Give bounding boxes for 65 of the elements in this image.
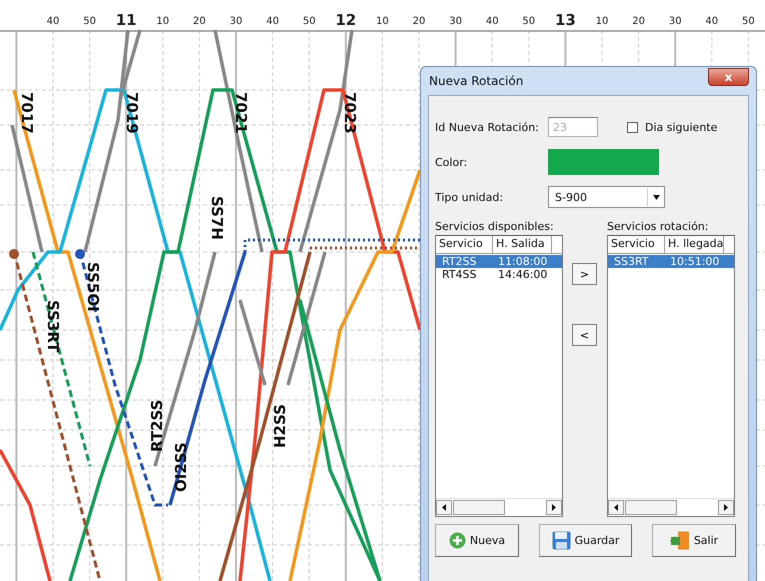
- left-triangle-icon: [614, 504, 618, 511]
- scroll-left-button[interactable]: [436, 500, 452, 515]
- caret-down-icon: [652, 194, 660, 200]
- column-header[interactable]: Servicio: [436, 236, 493, 253]
- plus-circle-icon: [448, 532, 466, 549]
- exit-door-icon: [670, 531, 690, 550]
- field-label: Tipo unidad:: [435, 190, 504, 204]
- axis-label: 40: [46, 16, 60, 27]
- train-label: 7019: [123, 92, 141, 134]
- train-label: 7021: [232, 92, 250, 134]
- axis-label: 50: [742, 16, 755, 27]
- remove-button[interactable]: <: [572, 324, 597, 346]
- axis-label: 50: [522, 16, 536, 27]
- field-label: Color:: [435, 156, 468, 168]
- axis-label: 11: [116, 11, 137, 29]
- column-header[interactable]: H. llegada: [665, 236, 724, 253]
- axis-label: 50: [83, 16, 96, 27]
- scroll-left-button[interactable]: [608, 500, 624, 515]
- field-label: Id Nueva Rotación:: [435, 120, 540, 134]
- list-title: Servicios rotación:: [607, 220, 710, 235]
- right-triangle-icon: [724, 504, 728, 511]
- list-title: Servicios disponibles:: [435, 220, 555, 235]
- column-header[interactable]: Servicio: [608, 236, 665, 253]
- axis-label: 10: [596, 16, 608, 27]
- train-label: SS7H: [208, 196, 226, 240]
- checkbox-label: Dia siguiente: [645, 120, 718, 134]
- checkbox[interactable]: [627, 122, 638, 132]
- color-swatch[interactable]: [548, 149, 659, 175]
- scroll-thumb[interactable]: [625, 500, 677, 515]
- axis-label: 40: [486, 16, 499, 27]
- train-label: OI2SS: [172, 442, 190, 492]
- unit-dropdown[interactable]: S-900: [548, 186, 665, 208]
- axis-label: 50: [302, 16, 316, 27]
- axis-label: 30: [230, 16, 242, 27]
- train-label: RT2SS: [148, 400, 166, 452]
- list-row[interactable]: SS3RT 10:51:00: [608, 255, 734, 268]
- train-label: H2SS: [271, 404, 289, 448]
- left-triangle-icon: [442, 504, 446, 511]
- scroll-thumb[interactable]: [453, 500, 505, 515]
- axis-label: 12: [335, 11, 356, 29]
- list-row[interactable]: RT2SS 11:08:00: [436, 255, 562, 268]
- right-triangle-icon: [552, 504, 556, 511]
- action-button[interactable]: Nueva: [435, 524, 519, 557]
- axis-label: 10: [376, 16, 389, 27]
- action-button[interactable]: Salir: [652, 524, 736, 557]
- scroll-right-button[interactable]: [718, 500, 734, 515]
- axis-label: 40: [705, 16, 718, 27]
- action-button[interactable]: Guardar: [539, 524, 632, 557]
- axis-label: 20: [412, 16, 426, 27]
- axis-label: 20: [193, 16, 206, 27]
- axis-label: 13: [554, 11, 576, 29]
- scroll-right-button[interactable]: [546, 500, 562, 515]
- train-label: SS3RT: [44, 300, 62, 352]
- axis-label: 30: [668, 16, 682, 27]
- axis-label: 20: [632, 16, 645, 27]
- train-label: 7023: [341, 92, 359, 134]
- window-title: Nueva Rotación: [428, 74, 524, 88]
- list-row[interactable]: RT4SS 14:46:00: [436, 268, 562, 281]
- add-button[interactable]: >: [572, 263, 597, 285]
- axis-label: 40: [266, 16, 279, 27]
- axis-label: 10: [156, 16, 170, 27]
- column-header[interactable]: H. Salida: [493, 236, 552, 253]
- train-label: 7017: [18, 92, 36, 134]
- train-label: SS5OI: [84, 262, 102, 312]
- axis-label: 30: [449, 16, 462, 27]
